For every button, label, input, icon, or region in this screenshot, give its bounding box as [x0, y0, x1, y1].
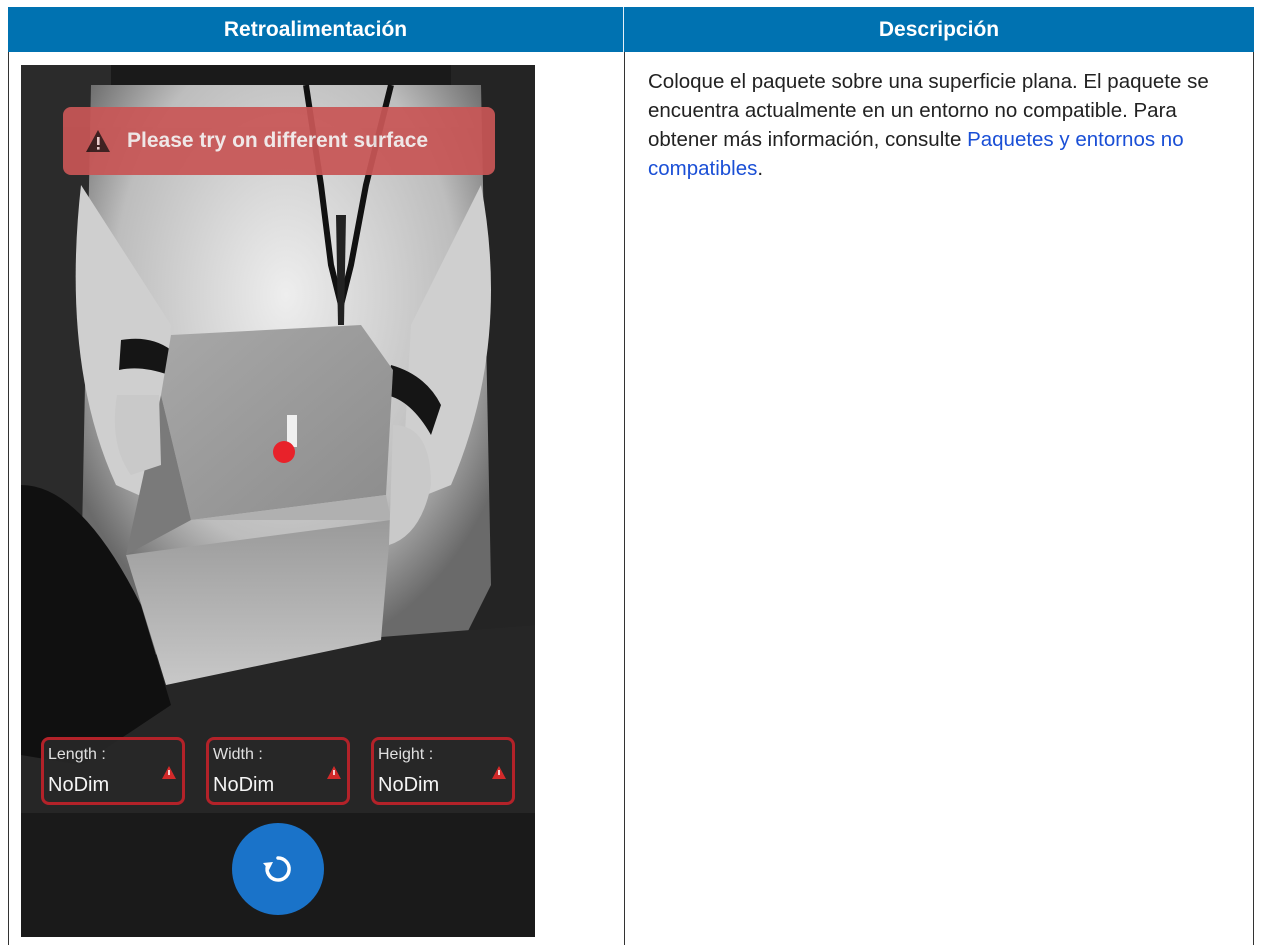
width-label: Width : — [213, 746, 263, 763]
header-feedback: Retroalimentación — [8, 7, 624, 52]
header-description: Descripción — [878, 17, 1000, 41]
length-readout: Length : NoDim — [41, 737, 185, 805]
alert-icon — [492, 766, 506, 779]
table-border-right — [1253, 52, 1254, 945]
alert-icon — [162, 766, 176, 779]
refresh-icon — [263, 856, 291, 882]
banner-message: Please try on different surface — [127, 129, 429, 152]
refresh-button[interactable] — [232, 823, 324, 915]
table-border-left — [8, 52, 9, 945]
table-header-row: Retroalimentación Descripción — [8, 7, 1254, 52]
alert-icon — [327, 766, 341, 779]
feedback-table: Retroalimentación Descripción Please try… — [8, 7, 1254, 945]
warning-icon — [86, 130, 110, 152]
target-dot — [273, 441, 295, 463]
height-label: Height : — [378, 746, 434, 763]
height-value: NoDim — [378, 774, 440, 796]
camera-scene — [21, 65, 535, 937]
length-label: Length : — [48, 746, 106, 763]
phone-screenshot: Please try on different surface Length :… — [21, 65, 535, 937]
table-border-middle — [624, 52, 625, 945]
length-value: NoDim — [48, 774, 110, 796]
width-value: NoDim — [213, 774, 275, 796]
description-text: Coloque el paquete sobre una superficie … — [648, 67, 1248, 183]
description-end: . — [757, 157, 764, 180]
height-readout: Height : NoDim — [371, 737, 515, 805]
width-readout: Width : NoDim — [206, 737, 350, 805]
warning-banner: Please try on different surface — [63, 107, 495, 175]
